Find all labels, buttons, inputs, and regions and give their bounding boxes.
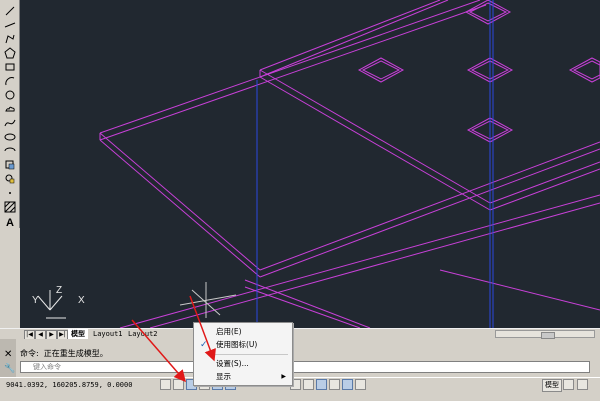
menu-separator — [214, 354, 288, 355]
tab-layout2[interactable]: Layout2 — [128, 329, 158, 339]
layout-view-button[interactable] — [563, 379, 574, 390]
wrench-icon[interactable]: 🔧 — [4, 364, 15, 374]
crosshair-cursor — [179, 282, 237, 318]
snap-mode-button[interactable] — [173, 379, 184, 390]
ellipse-arc-icon[interactable] — [3, 144, 17, 157]
snap-context-menu: 启用(E) ✓ 使用图标(U) 设置(S)... 显示 ▶ — [193, 322, 293, 386]
tab-layout1[interactable]: Layout1 — [93, 329, 123, 339]
ellipse-icon[interactable] — [3, 130, 17, 143]
command-label: 命令: — [20, 349, 39, 358]
svg-text:A: A — [6, 217, 14, 227]
close-icon[interactable]: ✕ — [4, 349, 12, 360]
submenu-arrow-icon: ▶ — [281, 373, 286, 380]
menu-item-display[interactable]: 显示 ▶ — [194, 371, 292, 383]
command-placeholder: 键入命令 — [33, 363, 61, 371]
line-icon[interactable] — [3, 4, 17, 17]
make-block-icon[interactable] — [3, 172, 17, 185]
revision-cloud-icon[interactable] — [3, 102, 17, 115]
rectangle-icon[interactable] — [3, 60, 17, 73]
ucs-z-label: Z — [56, 285, 62, 296]
command-history-line: 命令: 正在重生成模型。 — [20, 348, 108, 359]
checkmark-icon: ✓ — [200, 340, 208, 350]
command-window-handle[interactable]: ✕ 🔧 — [0, 339, 16, 377]
coordinates-readout: 9041.0392, 160205.8759, 0.0000 — [6, 381, 133, 389]
dynamic-ucs-button[interactable] — [303, 379, 314, 390]
spline-icon[interactable] — [3, 116, 17, 129]
quick-view-drawings-button[interactable] — [577, 379, 588, 390]
menu-item-settings[interactable]: 设置(S)... — [194, 358, 292, 370]
lineweight-button[interactable] — [329, 379, 340, 390]
menu-item-use-icons[interactable]: ✓ 使用图标(U) — [194, 339, 292, 351]
arc-icon[interactable] — [3, 74, 17, 87]
command-history-text: 正在重生成模型。 — [43, 349, 108, 358]
menu-item-enable[interactable]: 启用(E) — [194, 326, 292, 338]
scroll-thumb[interactable] — [541, 332, 555, 339]
polygon-icon[interactable] — [3, 46, 17, 59]
hatch-icon[interactable] — [3, 200, 17, 213]
horizontal-scrollbar[interactable] — [495, 330, 595, 339]
circle-icon[interactable] — [3, 88, 17, 101]
command-input[interactable]: 键入命令 — [20, 361, 590, 373]
dynamic-input-button[interactable] — [316, 379, 327, 390]
ucs-x-label: X — [78, 295, 85, 306]
insert-block-icon[interactable] — [3, 158, 17, 171]
model-drawing: Y Z X — [32, 0, 600, 328]
infer-constraints-button[interactable] — [160, 379, 171, 390]
ucs-y-label: Y — [32, 295, 39, 306]
multiline-text-icon[interactable]: A — [3, 214, 17, 227]
drawing-canvas[interactable]: Y Z X — [20, 0, 600, 328]
point-icon[interactable] — [3, 186, 17, 199]
selection-cycling-button[interactable] — [355, 379, 366, 390]
polyline-icon[interactable] — [3, 32, 17, 45]
quick-properties-button[interactable] — [342, 379, 353, 390]
construction-line-icon[interactable] — [3, 18, 17, 31]
tab-model[interactable]: 模型 — [68, 329, 88, 339]
model-space-button[interactable]: 模型 — [542, 379, 562, 392]
draw-toolbar: A — [0, 0, 20, 228]
left-panel-gutter — [0, 228, 20, 328]
